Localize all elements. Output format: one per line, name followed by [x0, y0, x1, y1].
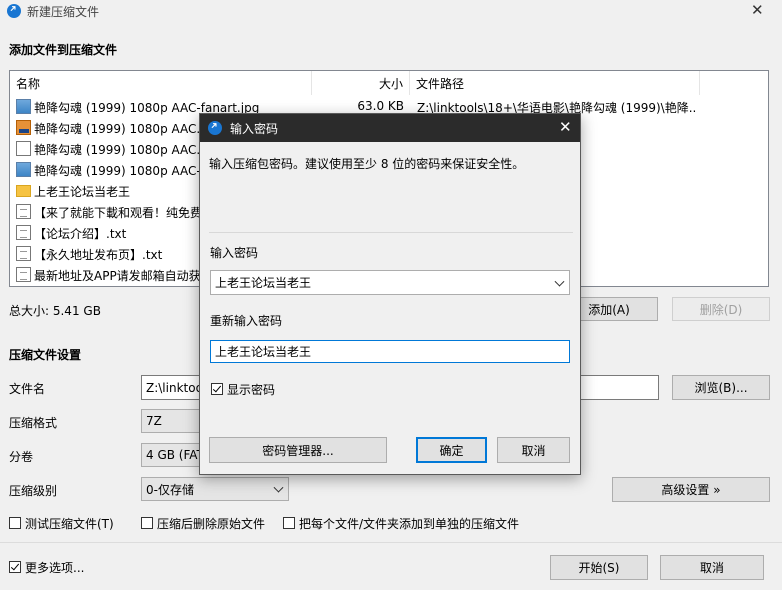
file-name: 【永久地址发布页】.txt: [34, 248, 163, 262]
level-select[interactable]: 0-仅存储: [141, 477, 289, 501]
dialog-ok-button[interactable]: 确定: [416, 437, 487, 463]
show-password-label: 显示密码: [227, 383, 276, 397]
password-dialog: 输入密码 ✕ 输入压缩包密码。建议使用至少 8 位的密码来保证安全性。 输入密码…: [199, 113, 581, 475]
chevron-down-icon: [273, 482, 284, 493]
nfo-file-icon: [16, 141, 31, 156]
split-label: 分卷: [9, 450, 34, 464]
test-archive-label: 测试压缩文件(T): [25, 517, 114, 531]
filename-label: 文件名: [9, 382, 46, 396]
confirm-password-label: 重新输入密码: [210, 314, 283, 328]
total-size: 总大小: 5.41 GB: [9, 304, 101, 318]
file-name: 最新地址及APP请发邮箱自动获: [34, 269, 201, 283]
delete-after-label: 压缩后删除原始文件: [157, 517, 266, 531]
dialog-title-bar: 输入密码 ✕: [200, 114, 580, 142]
file-size: 63.0 KB: [357, 99, 404, 113]
image-file-icon: [16, 99, 31, 114]
settings-title: 压缩文件设置: [9, 348, 82, 362]
text-file-icon: [16, 204, 31, 219]
more-options-label: 更多选项...: [25, 561, 85, 575]
text-file-icon: [16, 225, 31, 240]
chevron-down-icon: [554, 276, 565, 287]
level-label: 压缩级别: [9, 484, 58, 498]
video-file-icon: [16, 120, 31, 135]
separate-archives-label: 把每个文件/文件夹添加到单独的压缩文件: [299, 517, 520, 531]
footer-divider: [0, 542, 782, 543]
file-name: 上老王论坛当老王: [34, 185, 131, 199]
more-options-checkbox[interactable]: [9, 561, 21, 573]
text-file-icon: [16, 267, 31, 282]
dialog-message: 输入压缩包密码。建议使用至少 8 位的密码来保证安全性。: [209, 157, 525, 171]
image-file-icon: [16, 162, 31, 177]
confirm-password-input[interactable]: 上老王论坛当老王: [210, 340, 570, 363]
dialog-title: 输入密码: [230, 122, 279, 136]
file-name: 【论坛介绍】.txt: [34, 227, 127, 241]
dialog-divider: [209, 232, 573, 233]
password-manager-button[interactable]: 密码管理器...: [209, 437, 387, 463]
window-title: 新建压缩文件: [27, 5, 100, 19]
text-file-icon: [16, 246, 31, 261]
show-password-checkbox[interactable]: [211, 383, 223, 395]
test-archive-checkbox[interactable]: [9, 517, 21, 529]
footer-cancel-button[interactable]: 取消: [660, 555, 764, 580]
browse-button[interactable]: 浏览(B)...: [672, 375, 770, 400]
folder-icon: [16, 185, 31, 197]
section-add-title: 添加文件到压缩文件: [9, 43, 118, 57]
app-logo-icon: [7, 4, 21, 18]
password-label: 输入密码: [210, 246, 259, 260]
column-header-size[interactable]: 大小: [312, 71, 410, 95]
dialog-cancel-button[interactable]: 取消: [497, 437, 570, 463]
file-name: 艳降勾魂 (1999) 1080p AAC.n: [34, 143, 208, 157]
file-name: 【来了就能下載和观看！纯免费: [34, 206, 203, 220]
start-button[interactable]: 开始(S): [550, 555, 648, 580]
file-name: 艳降勾魂 (1999) 1080p AAC-p: [34, 164, 209, 178]
dialog-logo-icon: [208, 121, 222, 135]
format-label: 压缩格式: [9, 416, 58, 430]
window-close-button[interactable]: ✕: [751, 1, 764, 19]
delete-button[interactable]: 删除(D): [672, 297, 770, 321]
file-name: 艳降勾魂 (1999) 1080p AAC.m: [34, 122, 212, 136]
separate-archives-checkbox[interactable]: [283, 517, 295, 529]
dialog-close-button[interactable]: ✕: [559, 118, 572, 136]
advanced-settings-button[interactable]: 高级设置 »: [612, 477, 770, 502]
column-header-name[interactable]: 名称: [10, 71, 312, 95]
password-input[interactable]: 上老王论坛当老王: [210, 270, 570, 295]
column-header-path[interactable]: 文件路径: [410, 71, 700, 95]
delete-after-checkbox[interactable]: [141, 517, 153, 529]
